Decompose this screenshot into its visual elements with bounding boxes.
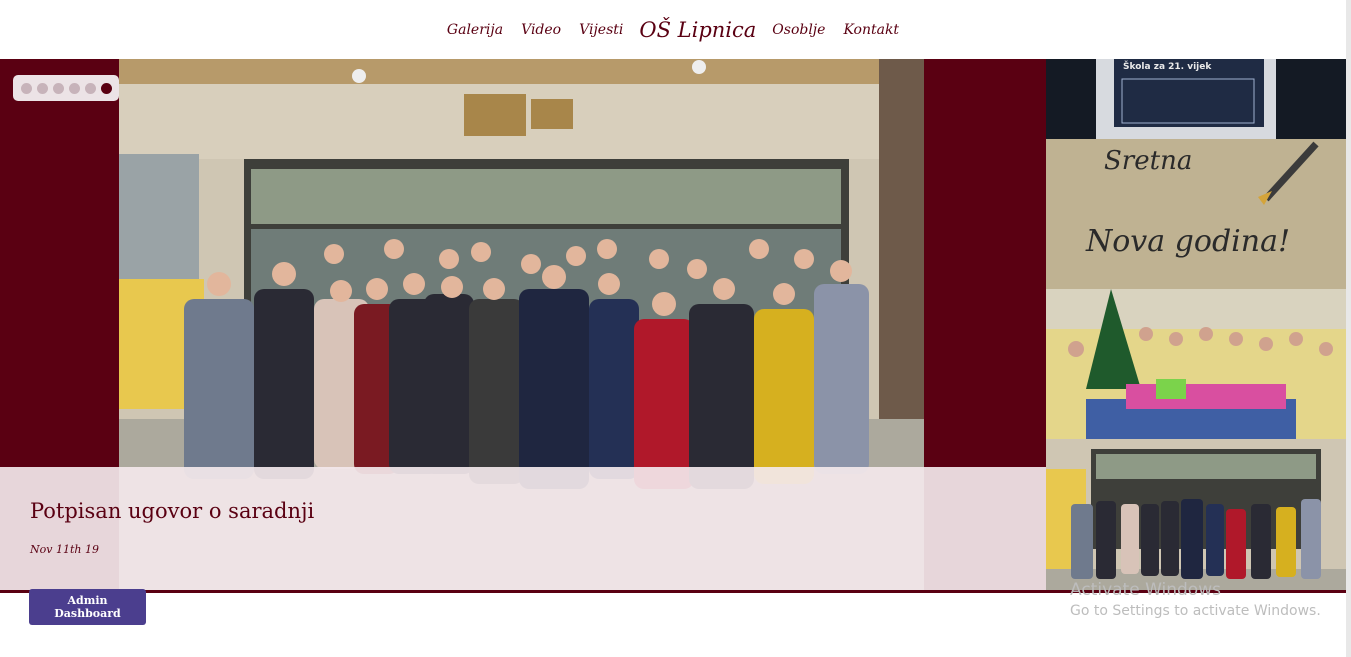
nav-kontakt[interactable]: Kontakt	[843, 22, 899, 38]
nav-video[interactable]: Video	[521, 22, 561, 38]
activate-subtitle: Go to Settings to activate Windows.	[1070, 603, 1321, 619]
slide-title[interactable]: Potpisan ugovor o saradnji	[30, 499, 314, 523]
slider-dot[interactable]	[21, 82, 32, 94]
nav-osoblje[interactable]: Osoblje	[772, 22, 825, 38]
activate-title: Activate Windows	[1070, 580, 1221, 600]
card-line1: Sretna	[1104, 146, 1192, 176]
hero-slider: Potpisan ugovor o saradnji Nov 11th 19	[0, 59, 1046, 590]
slide-date: Nov 11th 19	[30, 543, 99, 556]
thumbnail-list: Škola za 21. vijek Sretna Nova godina!	[1046, 59, 1346, 590]
nav-vijesti[interactable]: Vijesti	[579, 22, 623, 38]
slider-dot[interactable]	[53, 82, 64, 94]
thumbnail-school-21[interactable]: Škola za 21. vijek	[1046, 59, 1346, 139]
site-brand[interactable]: OŠ Lipnica	[639, 18, 756, 42]
main-nav: Galerija Video Vijesti OŠ Lipnica Osoblj…	[0, 0, 1346, 59]
slider-dot[interactable]	[101, 82, 112, 94]
card-line2: Nova godina!	[1085, 224, 1290, 259]
thumbnail-agreement[interactable]	[1046, 439, 1346, 590]
slide-caption: Potpisan ugovor o saradnji Nov 11th 19	[0, 467, 1046, 590]
slider-dot[interactable]	[69, 82, 80, 94]
slider-dot[interactable]	[85, 82, 96, 94]
thumbnail-christmas[interactable]	[1046, 289, 1346, 439]
slider-dots	[13, 75, 119, 101]
activate-windows-notice: Activate Windows Go to Settings to activ…	[1070, 580, 1321, 619]
slider-dot[interactable]	[37, 82, 48, 94]
admin-dashboard-button[interactable]: Admin Dashboard	[29, 589, 146, 625]
thumbnail-new-year[interactable]: Sretna Nova godina!	[1046, 139, 1346, 289]
nav-galerija[interactable]: Galerija	[447, 22, 503, 38]
screen-text: Škola za 21. vijek	[1123, 60, 1212, 72]
page-scrollbar[interactable]	[1346, 0, 1351, 657]
